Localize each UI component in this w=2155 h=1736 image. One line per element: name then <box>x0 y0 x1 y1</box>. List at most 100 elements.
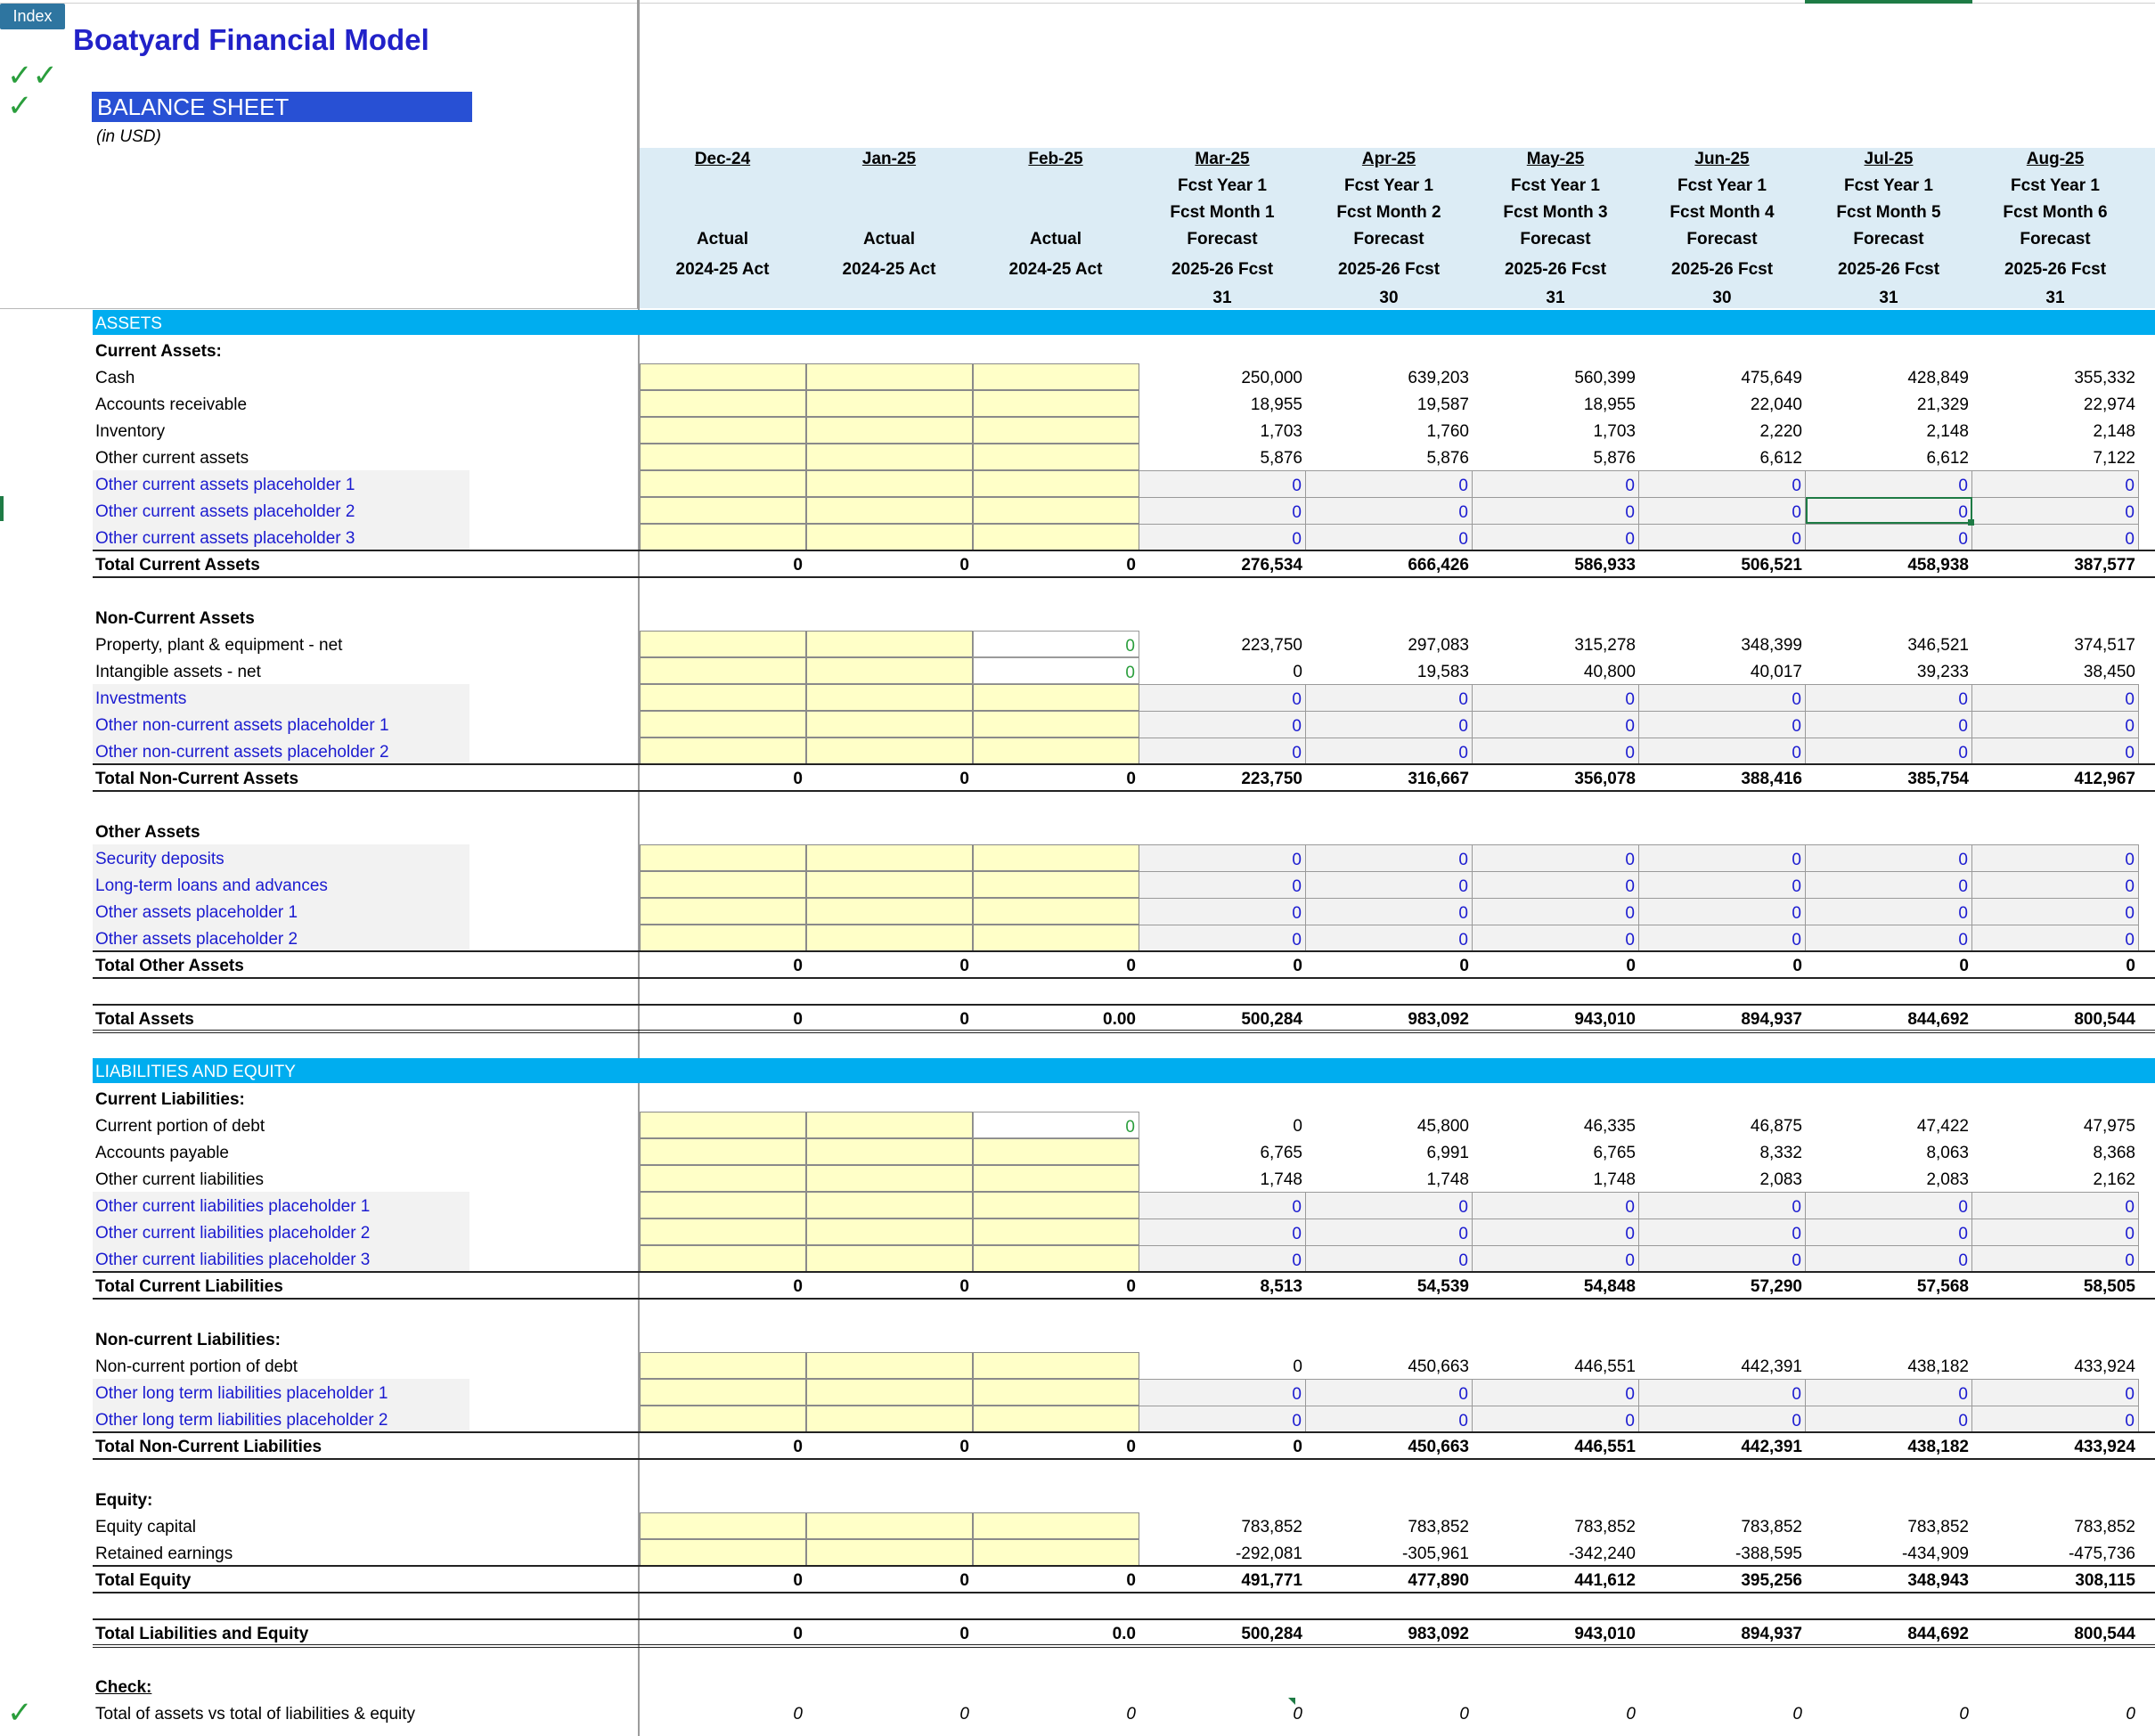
cell-total-current-liabilities-mar-25[interactable]: 8,513 <box>1139 1272 1306 1299</box>
cell-total-other-assets-jan-25[interactable]: 0 <box>806 951 973 978</box>
cell-total-non-current-assets-dec-24[interactable]: 0 <box>640 764 806 791</box>
cell-total-current-assets-jun-25[interactable]: 506,521 <box>1639 550 1806 577</box>
index-button[interactable]: Index <box>0 4 65 29</box>
cell-other-current-assets-placeholder-3-aug-25[interactable]: 0 <box>1972 524 2139 550</box>
cell-accounts-payable-may-25[interactable]: 6,765 <box>1473 1138 1639 1165</box>
cell-other-current-liabilities-jun-25[interactable]: 2,083 <box>1639 1165 1806 1192</box>
cell-total-current-assets-may-25[interactable]: 586,933 <box>1473 550 1639 577</box>
cell-total-liabilities-and-equity-jul-25[interactable]: 844,692 <box>1806 1619 1972 1646</box>
cell-cash-mar-25[interactable]: 250,000 <box>1139 363 1306 390</box>
cell-other-current-assets-placeholder-1-feb-25[interactable] <box>973 470 1139 497</box>
cell-total-equity-aug-25[interactable]: 308,115 <box>1972 1566 2139 1593</box>
cell-retained-earnings-may-25[interactable]: -342,240 <box>1473 1539 1639 1566</box>
cell-cash-jan-25[interactable] <box>806 363 973 390</box>
cell-other-current-liabilities-placeholder-2-apr-25[interactable]: 0 <box>1306 1218 1473 1245</box>
cell-investments-feb-25[interactable] <box>973 684 1139 711</box>
cell-total-current-liabilities-feb-25[interactable]: 0 <box>973 1272 1139 1299</box>
cell-intangible-assets-net-jul-25[interactable]: 39,233 <box>1806 657 1972 684</box>
cell-other-assets-placeholder-2-dec-24[interactable] <box>640 925 806 951</box>
cell-other-current-liabilities-placeholder-2-aug-25[interactable]: 0 <box>1972 1218 2139 1245</box>
cell-other-non-current-assets-placeholder-2-dec-24[interactable] <box>640 738 806 764</box>
cell-other-assets-placeholder-1-mar-25[interactable]: 0 <box>1139 898 1306 925</box>
cell-other-current-assets-placeholder-1-jan-25[interactable] <box>806 470 973 497</box>
cell-total-liabilities-and-equity-jan-25[interactable]: 0 <box>806 1619 973 1646</box>
cell-retained-earnings-jan-25[interactable] <box>806 1539 973 1566</box>
cell-current-portion-of-debt-jul-25[interactable]: 47,422 <box>1806 1112 1972 1138</box>
cell-accounts-receivable-aug-25[interactable]: 22,974 <box>1972 390 2139 417</box>
cell-accounts-payable-aug-25[interactable]: 8,368 <box>1972 1138 2139 1165</box>
cell-other-current-assets-placeholder-2-may-25[interactable]: 0 <box>1473 497 1639 524</box>
cell-equity-capital-aug-25[interactable]: 783,852 <box>1972 1512 2139 1539</box>
cell-other-assets-placeholder-1-may-25[interactable]: 0 <box>1473 898 1639 925</box>
cell-intangible-assets-net-apr-25[interactable]: 19,583 <box>1306 657 1473 684</box>
cell-total-assets-jun-25[interactable]: 894,937 <box>1639 1005 1806 1031</box>
cell-current-portion-of-debt-mar-25[interactable]: 0 <box>1139 1112 1306 1138</box>
cell-other-assets-placeholder-1-apr-25[interactable]: 0 <box>1306 898 1473 925</box>
cell-intangible-assets-net-feb-25[interactable]: 0 <box>973 657 1139 684</box>
cell-other-current-liabilities-placeholder-1-apr-25[interactable]: 0 <box>1306 1192 1473 1218</box>
cell-other-long-term-liabilities-placeholder-1-apr-25[interactable]: 0 <box>1306 1379 1473 1406</box>
cell-total-current-liabilities-apr-25[interactable]: 54,539 <box>1306 1272 1473 1299</box>
cell-total-non-current-liabilities-mar-25[interactable]: 0 <box>1139 1432 1306 1459</box>
cell-total-liabilities-and-equity-mar-25[interactable]: 500,284 <box>1139 1619 1306 1646</box>
cell-total-non-current-assets-jun-25[interactable]: 388,416 <box>1639 764 1806 791</box>
cell-equity-capital-dec-24[interactable] <box>640 1512 806 1539</box>
cell-total-non-current-assets-may-25[interactable]: 356,078 <box>1473 764 1639 791</box>
cell-total-liabilities-and-equity-feb-25[interactable]: 0.0 <box>973 1619 1139 1646</box>
cell-other-current-liabilities-placeholder-3-jul-25[interactable]: 0 <box>1806 1245 1972 1272</box>
cell-security-deposits-apr-25[interactable]: 0 <box>1306 844 1473 871</box>
cell-total-other-assets-jun-25[interactable]: 0 <box>1639 951 1806 978</box>
cell-other-long-term-liabilities-placeholder-2-dec-24[interactable] <box>640 1406 806 1432</box>
cell-cash-jun-25[interactable]: 475,649 <box>1639 363 1806 390</box>
cell-property-plant-equipment-net-apr-25[interactable]: 297,083 <box>1306 631 1473 657</box>
cell-security-deposits-may-25[interactable]: 0 <box>1473 844 1639 871</box>
cell-total-other-assets-dec-24[interactable]: 0 <box>640 951 806 978</box>
cell-total-of-assets-vs-total-of-liabilities-equity-apr-25[interactable]: 0 <box>1306 1699 1473 1726</box>
cell-total-current-assets-dec-24[interactable]: 0 <box>640 550 806 577</box>
cell-total-equity-may-25[interactable]: 441,612 <box>1473 1566 1639 1593</box>
cell-other-current-assets-placeholder-2-jan-25[interactable] <box>806 497 973 524</box>
cell-total-non-current-assets-jul-25[interactable]: 385,754 <box>1806 764 1972 791</box>
cell-current-portion-of-debt-aug-25[interactable]: 47,975 <box>1972 1112 2139 1138</box>
cell-other-current-assets-placeholder-1-apr-25[interactable]: 0 <box>1306 470 1473 497</box>
cell-other-current-liabilities-apr-25[interactable]: 1,748 <box>1306 1165 1473 1192</box>
cell-total-non-current-assets-aug-25[interactable]: 412,967 <box>1972 764 2139 791</box>
cell-non-current-portion-of-debt-apr-25[interactable]: 450,663 <box>1306 1352 1473 1379</box>
cell-total-non-current-liabilities-dec-24[interactable]: 0 <box>640 1432 806 1459</box>
cell-total-non-current-liabilities-aug-25[interactable]: 433,924 <box>1972 1432 2139 1459</box>
cell-retained-earnings-jul-25[interactable]: -434,909 <box>1806 1539 1972 1566</box>
cell-total-of-assets-vs-total-of-liabilities-equity-may-25[interactable]: 0 <box>1473 1699 1639 1726</box>
cell-security-deposits-jan-25[interactable] <box>806 844 973 871</box>
cell-equity-capital-jul-25[interactable]: 783,852 <box>1806 1512 1972 1539</box>
cell-security-deposits-aug-25[interactable]: 0 <box>1972 844 2139 871</box>
cell-accounts-payable-dec-24[interactable] <box>640 1138 806 1165</box>
cell-other-current-assets-placeholder-1-may-25[interactable]: 0 <box>1473 470 1639 497</box>
cell-other-current-assets-placeholder-1-aug-25[interactable]: 0 <box>1972 470 2139 497</box>
cell-total-other-assets-jul-25[interactable]: 0 <box>1806 951 1972 978</box>
cell-other-current-assets-placeholder-2-apr-25[interactable]: 0 <box>1306 497 1473 524</box>
cell-total-assets-feb-25[interactable]: 0.00 <box>973 1005 1139 1031</box>
cell-property-plant-equipment-net-feb-25[interactable]: 0 <box>973 631 1139 657</box>
cell-other-long-term-liabilities-placeholder-2-aug-25[interactable]: 0 <box>1972 1406 2139 1432</box>
cell-other-current-liabilities-placeholder-2-jul-25[interactable]: 0 <box>1806 1218 1972 1245</box>
cell-other-long-term-liabilities-placeholder-1-may-25[interactable]: 0 <box>1473 1379 1639 1406</box>
cell-other-current-assets-placeholder-2-mar-25[interactable]: 0 <box>1139 497 1306 524</box>
cell-total-current-liabilities-may-25[interactable]: 54,848 <box>1473 1272 1639 1299</box>
cell-other-assets-placeholder-1-jul-25[interactable]: 0 <box>1806 898 1972 925</box>
cell-property-plant-equipment-net-jan-25[interactable] <box>806 631 973 657</box>
cell-other-current-assets-placeholder-3-jun-25[interactable]: 0 <box>1639 524 1806 550</box>
cell-other-current-assets-mar-25[interactable]: 5,876 <box>1139 444 1306 470</box>
cell-total-non-current-liabilities-jul-25[interactable]: 438,182 <box>1806 1432 1972 1459</box>
cell-equity-capital-jun-25[interactable]: 783,852 <box>1639 1512 1806 1539</box>
cell-other-current-liabilities-placeholder-3-aug-25[interactable]: 0 <box>1972 1245 2139 1272</box>
cell-other-non-current-assets-placeholder-2-apr-25[interactable]: 0 <box>1306 738 1473 764</box>
cell-intangible-assets-net-jan-25[interactable] <box>806 657 973 684</box>
cell-other-current-assets-placeholder-3-feb-25[interactable] <box>973 524 1139 550</box>
cell-other-current-assets-jul-25[interactable]: 6,612 <box>1806 444 1972 470</box>
cell-other-non-current-assets-placeholder-2-feb-25[interactable] <box>973 738 1139 764</box>
cell-other-long-term-liabilities-placeholder-2-jul-25[interactable]: 0 <box>1806 1406 1972 1432</box>
cell-other-assets-placeholder-2-feb-25[interactable] <box>973 925 1139 951</box>
cell-other-assets-placeholder-2-aug-25[interactable]: 0 <box>1972 925 2139 951</box>
cell-current-portion-of-debt-jun-25[interactable]: 46,875 <box>1639 1112 1806 1138</box>
cell-inventory-mar-25[interactable]: 1,703 <box>1139 417 1306 444</box>
